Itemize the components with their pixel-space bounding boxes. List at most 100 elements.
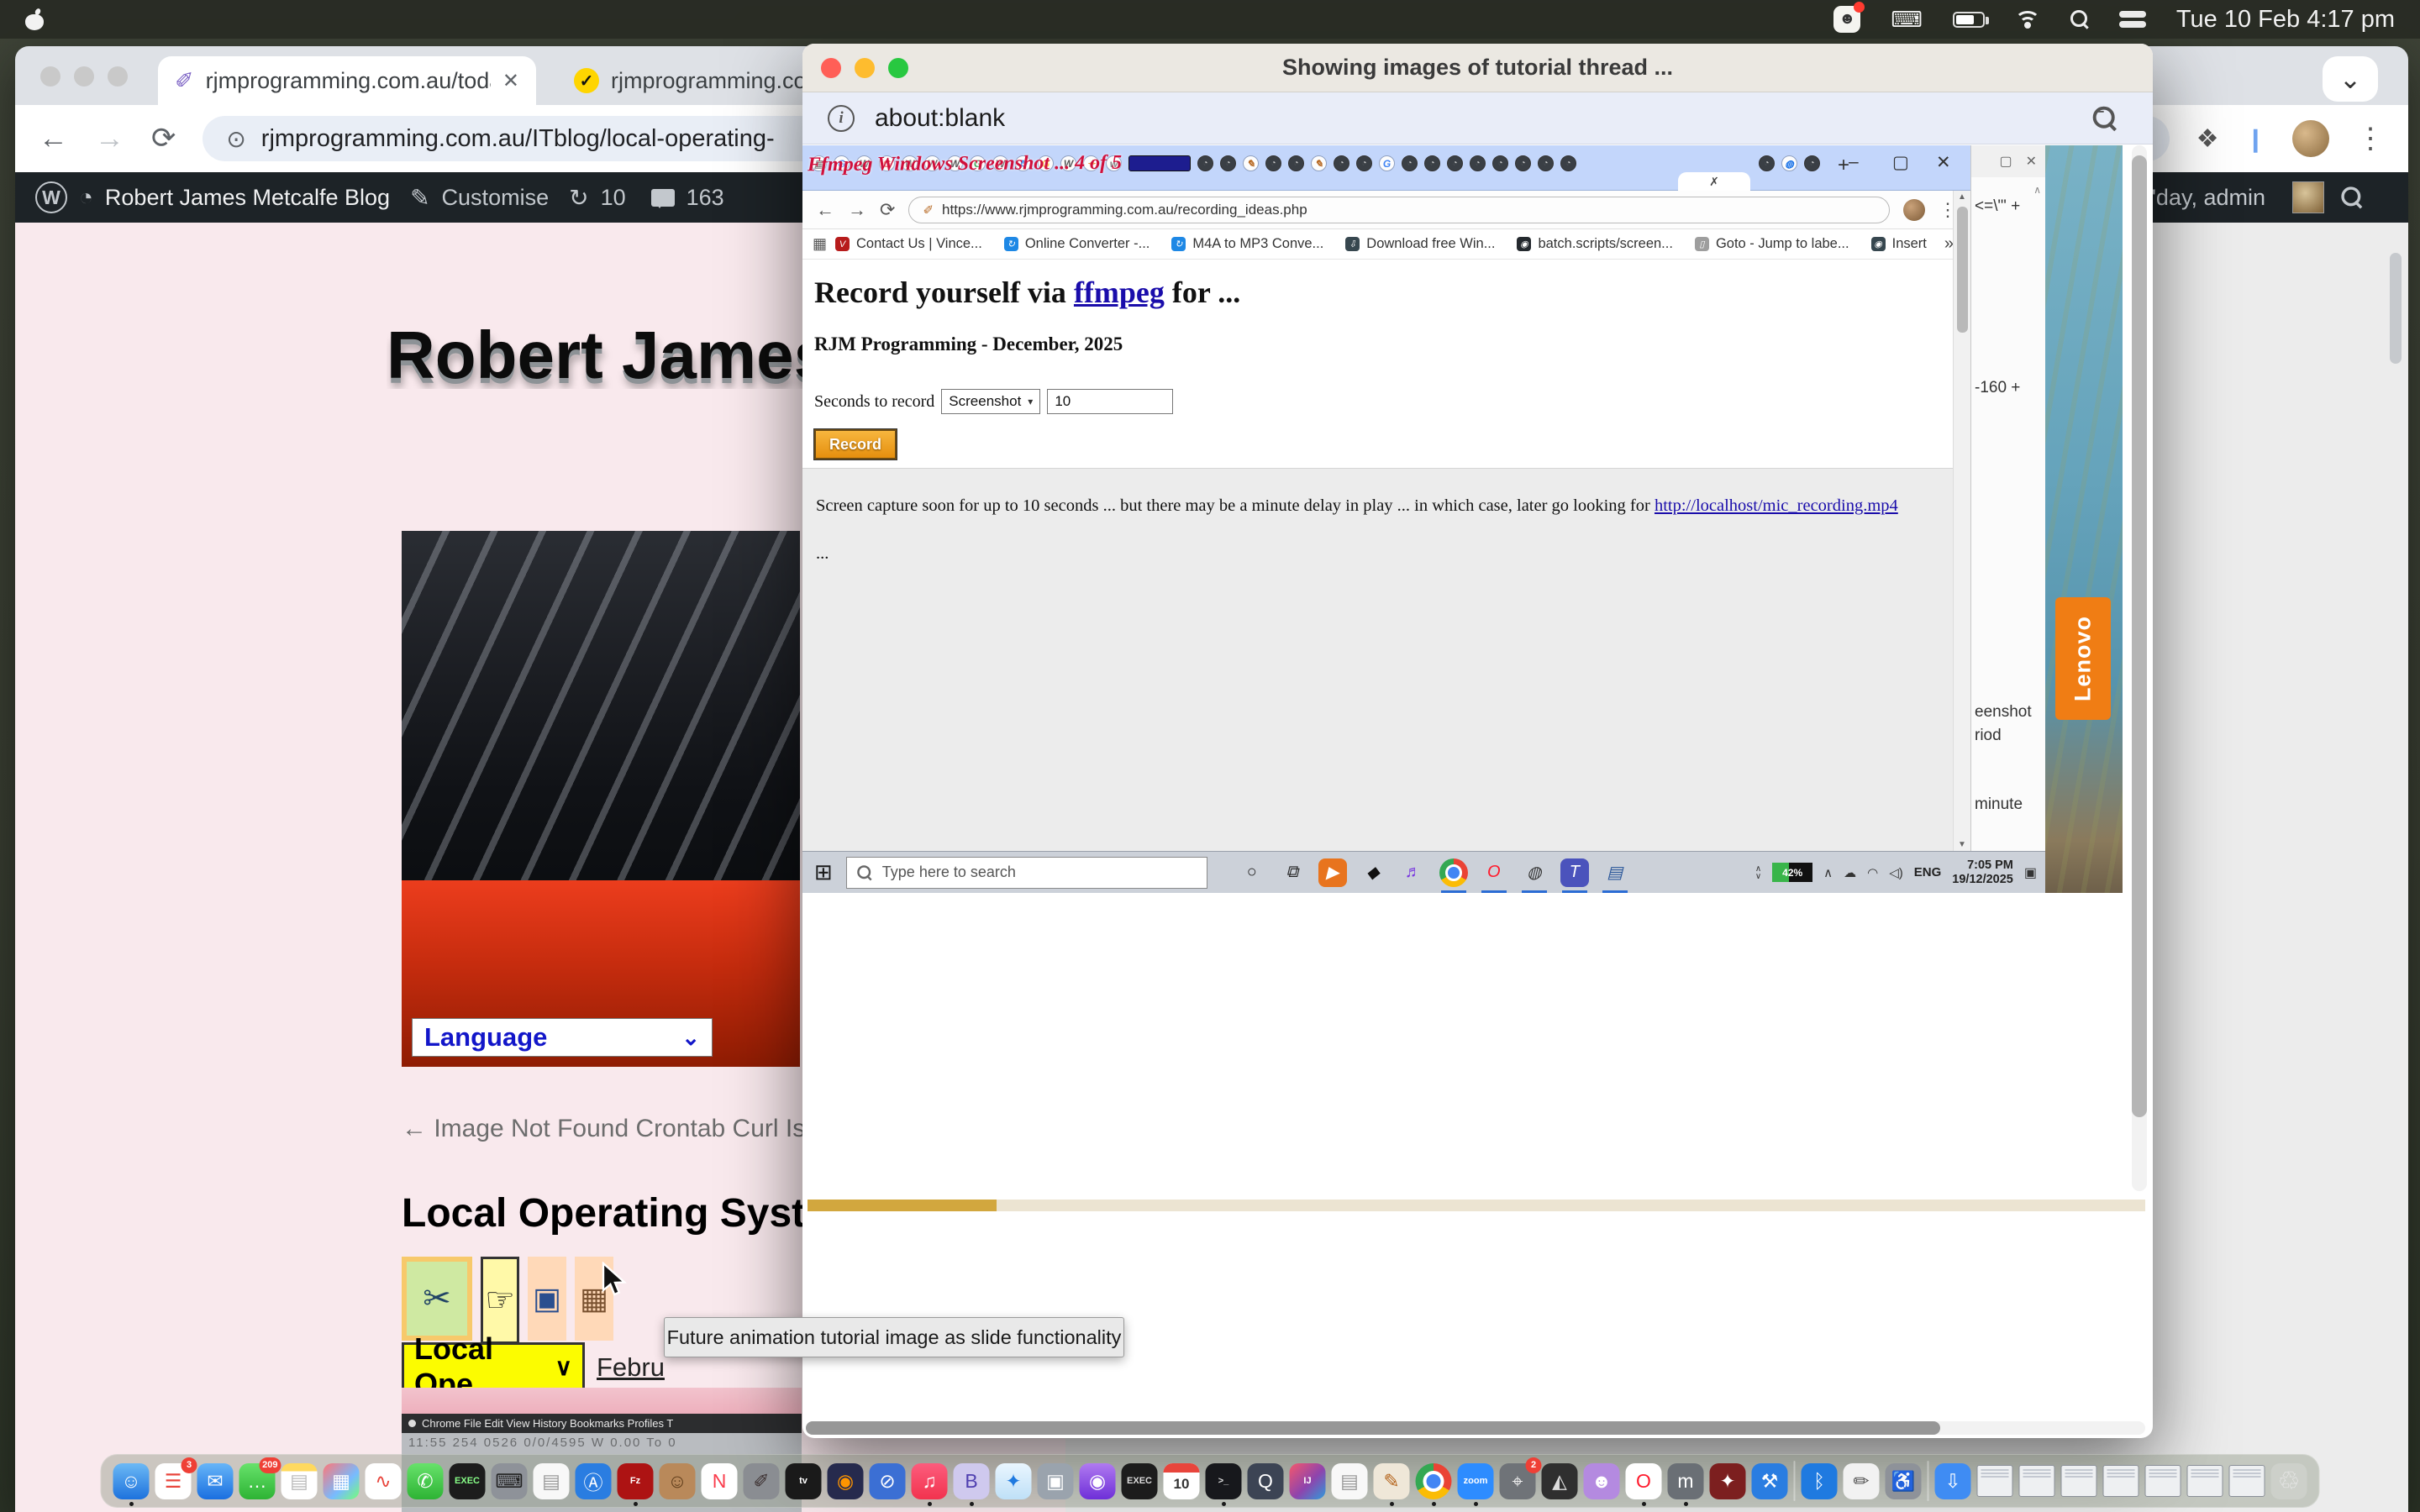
apple-menu-icon[interactable] [25,8,44,30]
wifi-icon[interactable] [2015,11,2040,28]
dock-item[interactable]: ✉ [197,1463,234,1499]
dock-item[interactable] [2019,1465,2055,1497]
dock-item[interactable]: ✦ [996,1463,1032,1499]
updates-icon[interactable]: ↻ [569,184,588,212]
dock-item[interactable]: ▤ [281,1463,318,1499]
dock-item[interactable] [1977,1465,2013,1497]
month-link[interactable]: Febru [597,1352,665,1383]
dock-item[interactable]: ✐ [744,1463,780,1499]
dock-item[interactable]: O [1626,1463,1662,1499]
dock-item[interactable]: ◉ [828,1463,864,1499]
language-select[interactable]: Language ⌄ [412,1018,713,1057]
browser-tab-active[interactable]: ✐ rjmprogramming.com.au/toda ✕ [158,56,536,105]
site-name-link[interactable]: Robert James Metcalfe Blog [105,185,390,211]
dock-item[interactable]: … 209 [239,1463,276,1499]
tab-search-chevron[interactable]: ⌄ [2323,56,2378,102]
popup-horizontal-scrollbar[interactable] [806,1421,2145,1435]
dock-item[interactable]: ▦ [324,1463,360,1499]
page-scrollbar[interactable] [2390,253,2402,364]
scissors-runners-icon[interactable]: ✂ [402,1257,472,1341]
battery-icon[interactable] [1953,12,1985,28]
dock-item[interactable] [2187,1465,2223,1497]
extensions-icon[interactable]: ❖ [2196,124,2219,154]
dock-item[interactable]: ✦ [1710,1463,1746,1499]
url-text[interactable]: about:blank [875,104,2075,133]
book-icon[interactable]: ▣ [528,1257,566,1341]
dock-item[interactable]: ☺ [113,1463,150,1499]
dashboard-icon[interactable]: ◔ [79,184,93,211]
admin-greeting[interactable]: G'day, admin [2134,185,2265,211]
dock-item[interactable]: ◭ [1542,1463,1578,1499]
dock-item[interactable]: ◉ [1080,1463,1116,1499]
admin-avatar[interactable] [2292,181,2324,213]
dock-item[interactable]: EXEC [1122,1463,1158,1499]
prev-post-link[interactable]: ← Image Not Found Crontab Curl Issue T [402,1115,817,1143]
zoom-button[interactable] [888,58,908,78]
dock-item[interactable]: ∿ [366,1463,402,1499]
bookmark-pin-icon[interactable]: ❙ [2246,125,2265,153]
control-center-icon[interactable] [2119,11,2146,28]
dock-item[interactable]: Ⓐ [576,1463,612,1499]
dock-item[interactable]: IJ [1290,1463,1326,1499]
back-icon[interactable]: ← [39,122,68,155]
customise-icon[interactable]: ✎ [410,184,429,212]
dock-item[interactable] [2145,1465,2181,1497]
dock-item[interactable]: ⇩ [1935,1463,1971,1499]
dock-item[interactable]: 10 [1164,1463,1200,1499]
dock-item[interactable]: B [954,1463,990,1499]
updates-count[interactable]: 10 [601,185,626,211]
tune-icon[interactable]: ⊙ [226,125,245,153]
dock-item[interactable]: ⌨ [492,1463,528,1499]
dock-item[interactable]: Fz [618,1463,654,1499]
dock-item[interactable] [1416,1463,1452,1499]
customise-link[interactable]: Customise [442,185,550,211]
dock-item[interactable]: ♫ [912,1463,948,1499]
tab-close-icon[interactable]: ✕ [502,69,519,93]
close-button[interactable] [821,58,841,78]
dock-item[interactable] [2103,1465,2139,1497]
comments-count[interactable]: 163 [687,185,724,211]
dock-item[interactable]: ✆ [408,1463,444,1499]
spotlight-icon[interactable] [2070,10,2089,29]
dock-item[interactable]: zoom [1458,1463,1494,1499]
dock-item[interactable]: tv [786,1463,822,1499]
dock-item[interactable]: N [702,1463,738,1499]
local-ope-select[interactable]: Local Ope ∨ [402,1342,585,1391]
dock-item[interactable] [2229,1465,2265,1497]
browser-menu-icon[interactable]: ⋮ [2356,122,2385,155]
dock-item[interactable]: >_ [1206,1463,1242,1499]
wordpress-logo-icon[interactable]: W [35,181,67,213]
dock-item[interactable]: ⌖ 2 [1500,1463,1536,1499]
dock-item[interactable]: EXEC [450,1463,486,1499]
dock-item[interactable]: ♿ [1886,1463,1922,1499]
dock-item[interactable]: ▤ [534,1463,570,1499]
dock-item[interactable] [1794,1461,1796,1501]
zoom-out-icon[interactable]: − [2093,106,2118,130]
comments-icon[interactable] [651,189,675,207]
dock-item[interactable]: ☰ 3 [155,1463,192,1499]
dock-item[interactable] [1928,1461,1929,1501]
admin-search-icon[interactable] [2341,186,2362,207]
dock-item[interactable]: ⚒ [1752,1463,1788,1499]
dock-item[interactable]: ⊘ [870,1463,906,1499]
dock-item[interactable]: ▣ [1038,1463,1074,1499]
dock-item[interactable]: ▤ [1332,1463,1368,1499]
dock-item[interactable]: ☺ [660,1463,696,1499]
dock-item[interactable]: ✏ [1844,1463,1880,1499]
dock-item[interactable]: ☻ [1584,1463,1620,1499]
dock-item[interactable] [2061,1465,2097,1497]
dock-item[interactable]: ᛒ [1802,1463,1838,1499]
info-icon[interactable]: i [828,105,855,132]
minimize-button[interactable] [855,58,875,78]
popup-vertical-scrollbar[interactable] [2132,145,2147,1191]
forward-icon[interactable]: → [95,122,124,155]
reload-icon[interactable]: ⟳ [151,122,176,155]
keyboard-icon[interactable]: ⌨ [1891,7,1923,33]
dock-item[interactable]: Q [1248,1463,1284,1499]
notification-app-icon[interactable]: ☻ [1833,6,1860,33]
dock-item[interactable]: ♲ [2271,1463,2307,1499]
window-controls[interactable] [40,66,128,87]
dock-item[interactable]: ✎ [1374,1463,1410,1499]
profile-avatar[interactable] [2292,120,2329,157]
dock-item[interactable]: m [1668,1463,1704,1499]
